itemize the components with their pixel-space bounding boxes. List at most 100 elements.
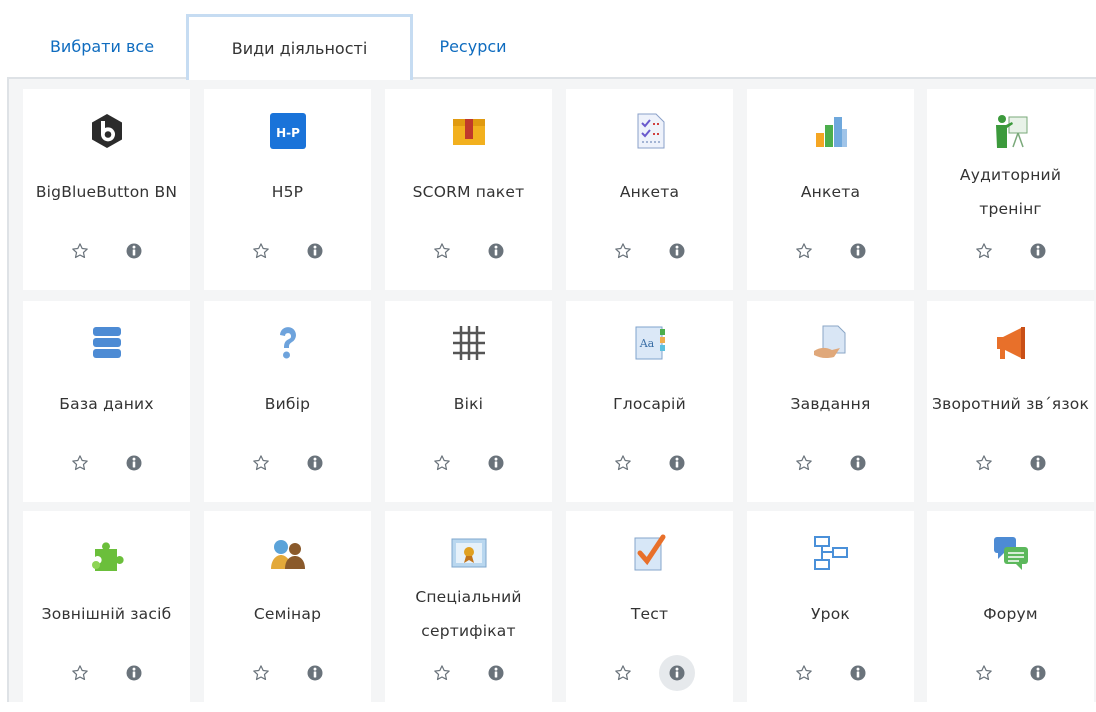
- activity-actions: [243, 233, 333, 269]
- activity-card[interactable]: Вікі: [385, 301, 552, 502]
- info-icon[interactable]: [116, 445, 152, 481]
- activity-name: Вибір: [264, 395, 311, 413]
- scorm-package-icon: [449, 111, 489, 151]
- tab-select-all[interactable]: Вибрати все: [22, 14, 182, 78]
- info-icon[interactable]: [297, 233, 333, 269]
- star-icon[interactable]: [243, 655, 279, 691]
- activity-card[interactable]: SCORM пакет: [385, 89, 552, 290]
- assignment-icon: [811, 323, 851, 363]
- activity-card[interactable]: Вибір: [204, 301, 371, 502]
- questionnaire-icon: [630, 111, 670, 151]
- star-icon[interactable]: [605, 233, 641, 269]
- info-icon[interactable]: [840, 233, 876, 269]
- info-icon[interactable]: [840, 445, 876, 481]
- activity-actions: [424, 445, 514, 481]
- info-icon[interactable]: [116, 233, 152, 269]
- star-icon[interactable]: [243, 233, 279, 269]
- star-icon[interactable]: [786, 655, 822, 691]
- activity-card[interactable]: Aa Глосарій: [566, 301, 733, 502]
- glossary-icon: Aa: [630, 323, 670, 363]
- info-icon[interactable]: [116, 655, 152, 691]
- activity-name: Спеціальний сертифікат: [415, 588, 522, 640]
- activity-actions: [605, 655, 695, 691]
- activity-name: Аудиторний тренінг: [959, 166, 1062, 218]
- info-icon[interactable]: [1020, 233, 1056, 269]
- star-icon[interactable]: [786, 445, 822, 481]
- activity-actions: [786, 655, 876, 691]
- activity-card[interactable]: BigBlueButton BN: [23, 89, 190, 290]
- custom-certificate-icon: [449, 533, 489, 573]
- star-icon[interactable]: [62, 233, 98, 269]
- star-icon[interactable]: [966, 233, 1002, 269]
- star-icon[interactable]: [424, 233, 460, 269]
- activity-name: Семінар: [253, 605, 322, 623]
- activity-name: Зворотний зв´язок: [931, 395, 1090, 413]
- activity-card[interactable]: Анкета: [747, 89, 914, 290]
- activity-name: Форум: [983, 605, 1038, 623]
- activity-name: SCORM пакет: [412, 183, 525, 201]
- tab-resources[interactable]: Ресурси: [413, 14, 533, 78]
- activity-card[interactable]: База даних: [23, 301, 190, 502]
- activity-name: Анкета: [619, 183, 680, 201]
- survey-chart-icon: [811, 111, 851, 151]
- activity-actions: [243, 445, 333, 481]
- activity-name: Тест: [630, 605, 669, 623]
- info-icon[interactable]: [297, 655, 333, 691]
- star-icon[interactable]: [966, 445, 1002, 481]
- activity-card[interactable]: Урок: [747, 511, 914, 712]
- star-icon[interactable]: [966, 655, 1002, 691]
- activity-card[interactable]: H-P H5P: [204, 89, 371, 290]
- activity-actions: [62, 655, 152, 691]
- activity-card[interactable]: Тест: [566, 511, 733, 712]
- activity-name: BigBlueButton BN: [35, 183, 178, 201]
- activity-actions: [424, 233, 514, 269]
- activity-actions: [605, 233, 695, 269]
- quiz-icon: [630, 533, 670, 573]
- info-icon[interactable]: [840, 655, 876, 691]
- star-icon[interactable]: [605, 445, 641, 481]
- activity-actions: [786, 233, 876, 269]
- activity-actions: [605, 445, 695, 481]
- activity-actions: [62, 445, 152, 481]
- activity-actions: [966, 655, 1056, 691]
- activity-card[interactable]: Анкета: [566, 89, 733, 290]
- bigbluebutton-icon: [87, 111, 127, 151]
- star-icon[interactable]: [424, 445, 460, 481]
- star-icon[interactable]: [786, 233, 822, 269]
- activity-name: База даних: [59, 395, 154, 413]
- info-icon[interactable]: [478, 233, 514, 269]
- activity-card[interactable]: Аудиторний тренінг: [927, 89, 1094, 290]
- info-icon[interactable]: [478, 445, 514, 481]
- tab-activities[interactable]: Види діяльності: [186, 14, 413, 80]
- activity-name: Завдання: [790, 395, 871, 413]
- star-icon[interactable]: [424, 655, 460, 691]
- star-icon[interactable]: [243, 445, 279, 481]
- star-icon[interactable]: [62, 445, 98, 481]
- h5p-icon: H-P: [268, 111, 308, 151]
- activity-name: Урок: [811, 605, 850, 623]
- choice-icon: [268, 323, 308, 363]
- forum-icon: [991, 533, 1031, 573]
- info-icon[interactable]: [297, 445, 333, 481]
- activity-actions: [62, 233, 152, 269]
- star-icon[interactable]: [605, 655, 641, 691]
- activity-name: Анкета: [800, 183, 861, 201]
- activity-card[interactable]: Завдання: [747, 301, 914, 502]
- external-tool-icon: [87, 533, 127, 573]
- activity-card[interactable]: Семінар: [204, 511, 371, 712]
- info-icon[interactable]: [1020, 445, 1056, 481]
- info-icon[interactable]: [659, 445, 695, 481]
- info-icon[interactable]: [478, 655, 514, 691]
- activity-actions: [966, 233, 1056, 269]
- svg-text:Aa: Aa: [638, 337, 654, 350]
- info-icon[interactable]: [659, 233, 695, 269]
- activity-card[interactable]: Зворотний зв´язок: [927, 301, 1094, 502]
- info-icon[interactable]: [658, 655, 695, 691]
- activity-name: Глосарій: [613, 395, 686, 413]
- activity-card[interactable]: Зовнішній засіб: [23, 511, 190, 712]
- star-icon[interactable]: [62, 655, 98, 691]
- activity-actions: [424, 655, 514, 691]
- activity-card[interactable]: Спеціальний сертифікат: [385, 511, 552, 712]
- info-icon[interactable]: [1020, 655, 1056, 691]
- activity-card[interactable]: Форум: [927, 511, 1094, 712]
